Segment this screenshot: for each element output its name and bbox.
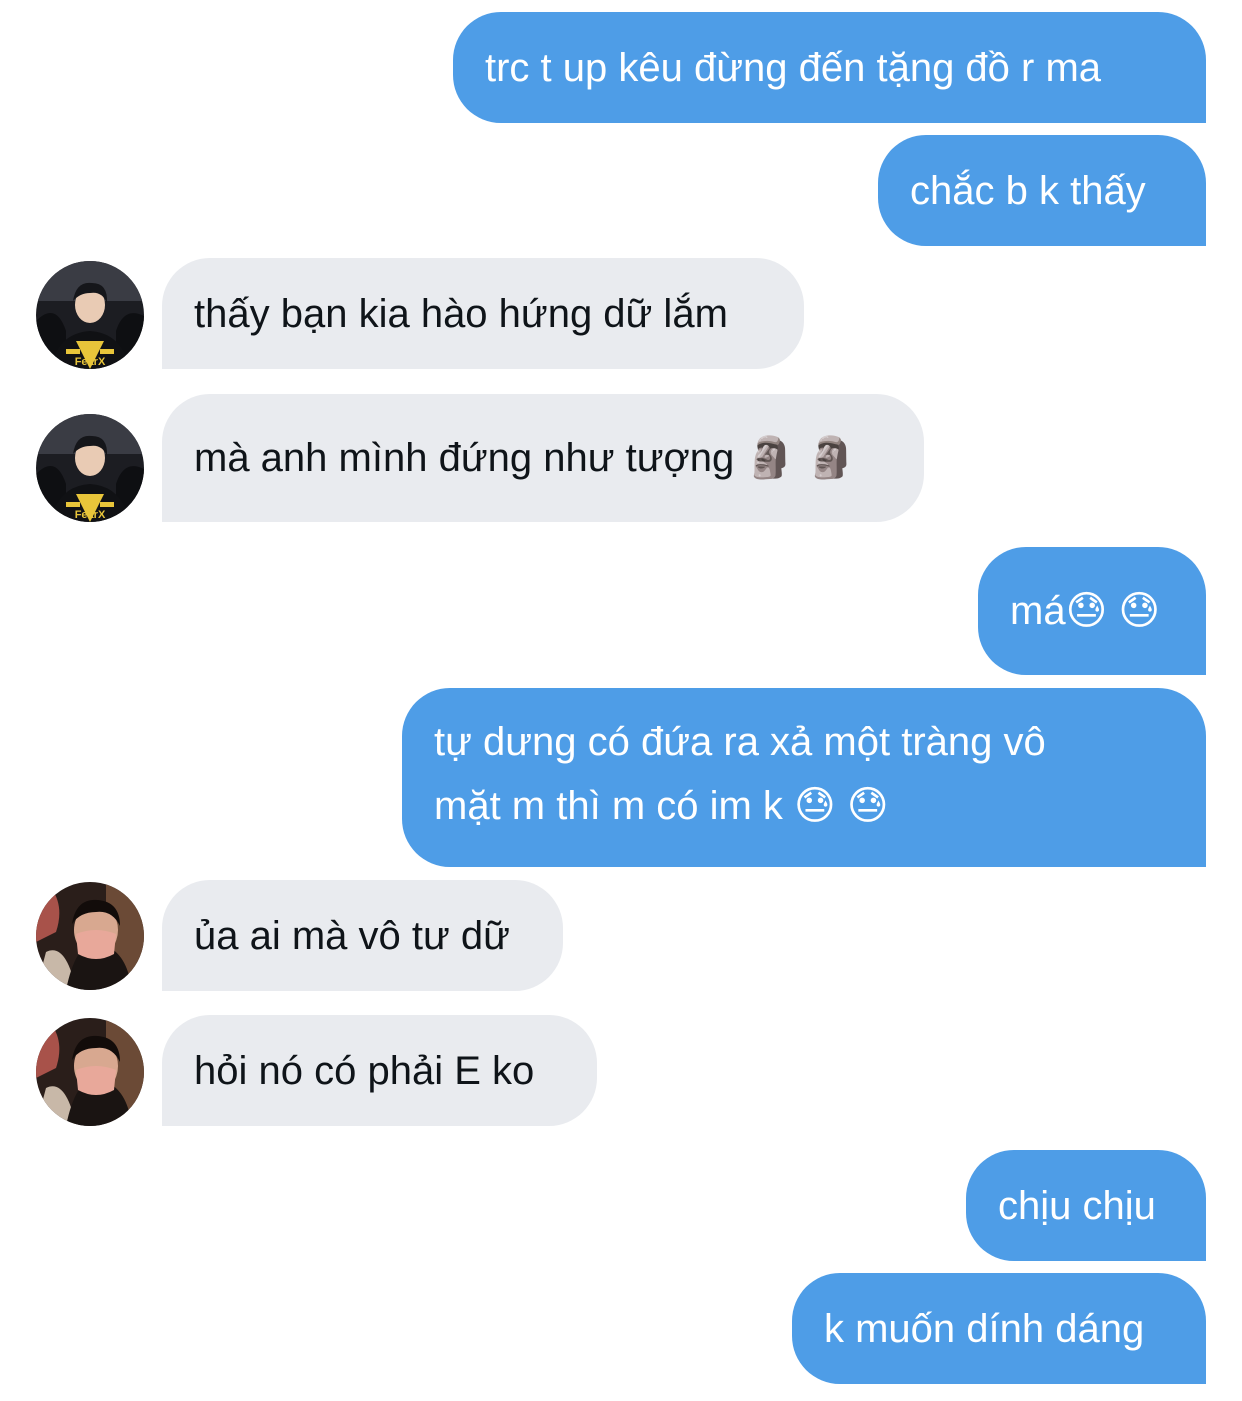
player-jersey-avatar-image: FearX xyxy=(36,414,144,522)
incoming-message-bubble[interactable]: hỏi nó có phải E ko xyxy=(162,1015,597,1126)
outgoing-message-bubble[interactable]: trc t up kêu đừng đến tặng đồ r ma xyxy=(453,12,1206,123)
message-text: mà anh mình đứng như tượng 🗿 🗿 xyxy=(194,436,857,480)
outgoing-message-bubble[interactable]: chắc b k thấy xyxy=(878,135,1206,246)
message-text-line: tự dưng có đứa ra xả một tràng vô xyxy=(434,720,1046,764)
message-text: k muốn dính dáng xyxy=(824,1306,1145,1351)
avatar[interactable]: FearX xyxy=(36,414,144,522)
outgoing-message-bubble[interactable]: tự dưng có đứa ra xả một tràng vô mặt m … xyxy=(402,688,1206,867)
masked-selfie-avatar-image xyxy=(36,1018,144,1126)
incoming-message-bubble[interactable]: ủa ai mà vô tư dữ xyxy=(162,880,563,991)
message-text: hỏi nó có phải E ko xyxy=(194,1048,535,1093)
message-text: ủa ai mà vô tư dữ xyxy=(194,913,510,958)
outgoing-message-bubble[interactable]: má😓 😓 xyxy=(978,547,1206,675)
avatar[interactable] xyxy=(36,882,144,990)
message-text: thấy bạn kia hào hứng dữ lắm xyxy=(194,291,728,336)
avatar[interactable] xyxy=(36,1018,144,1126)
outgoing-message-bubble[interactable]: k muốn dính dáng xyxy=(792,1273,1206,1384)
message-text: chắc b k thấy xyxy=(910,168,1146,213)
message-text: má😓 😓 xyxy=(1010,589,1161,633)
player-jersey-avatar-image: FearX xyxy=(36,261,144,369)
masked-selfie-avatar-image xyxy=(36,882,144,990)
message-text-line: mặt m thì m có im k 😓 😓 xyxy=(434,784,889,828)
incoming-message-bubble[interactable]: mà anh mình đứng như tượng 🗿 🗿 xyxy=(162,394,924,522)
jersey-logo-text: FearX xyxy=(75,356,106,368)
message-text: trc t up kêu đừng đến tặng đồ r ma xyxy=(485,45,1102,90)
outgoing-message-bubble[interactable]: chịu chịu xyxy=(966,1150,1206,1261)
incoming-message-bubble[interactable]: thấy bạn kia hào hứng dữ lắm xyxy=(162,258,804,369)
avatar[interactable]: FearX xyxy=(36,261,144,369)
message-text: chịu chịu xyxy=(998,1183,1156,1228)
jersey-logo-text: FearX xyxy=(75,509,106,521)
